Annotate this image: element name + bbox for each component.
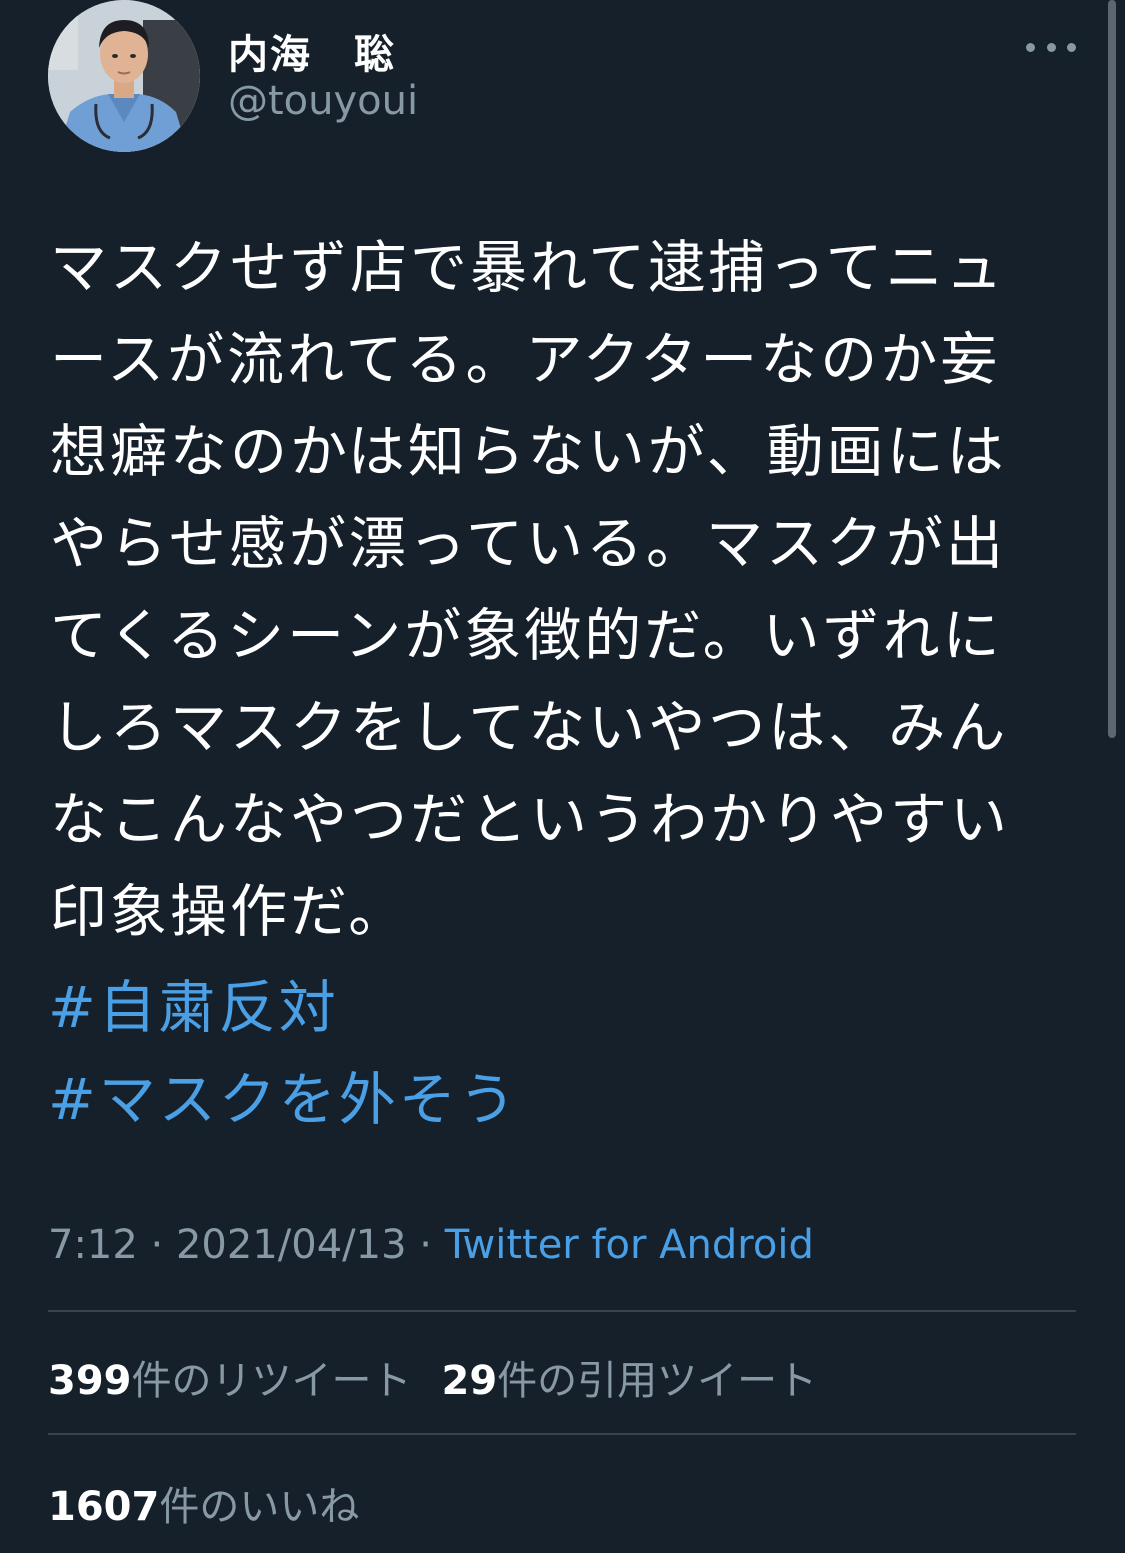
display-name[interactable]: 内海 聡 xyxy=(228,22,396,80)
tweet-text-line: 想癖なのかは知らないが、動画には xyxy=(50,419,1007,485)
more-dot xyxy=(1067,42,1076,52)
more-dot xyxy=(1046,42,1056,52)
user-handle[interactable]: @touyoui xyxy=(228,78,418,124)
retweets-count: 399 xyxy=(48,1358,132,1404)
divider xyxy=(48,1433,1076,1435)
more-dot xyxy=(1026,42,1035,52)
more-horizontal-icon[interactable] xyxy=(1026,30,1076,64)
likes-stat[interactable]: 1607件のいいね xyxy=(48,1474,359,1532)
tweet-meta: 7:12 · 2021/04/13 · Twitter for Android xyxy=(48,1222,814,1268)
tweet-source-link[interactable]: Twitter for Android xyxy=(445,1222,814,1268)
tweet-text-line: てくるシーンが象徴的だ。いずれに xyxy=(50,603,1003,669)
retweets-label: 件のリツイート xyxy=(131,1358,412,1404)
tweet-text-line: なこんなやつだというわかりやすい xyxy=(50,787,1010,853)
tweet-text-line: やらせ感が漂っている。マスクが出 xyxy=(50,511,1007,577)
tweet-text-line: ースが流れてる。アクターなのか妄 xyxy=(50,327,1001,393)
scrollbar[interactable] xyxy=(1108,0,1116,738)
tweet-text-line: マスクせず店で暴れて逮捕ってニュ xyxy=(50,235,1006,301)
meta-separator: · xyxy=(137,1222,176,1268)
tweet-text-line: しろマスクをしてないやつは、みん xyxy=(50,695,1009,761)
engagement-stats: 399件のリツイート 29件の引用ツイート xyxy=(48,1348,817,1406)
hashtag-list: #自粛反対 #マスクを外そう xyxy=(48,962,1048,1146)
hashtag-link[interactable]: #マスクを外そう xyxy=(48,1054,1048,1146)
quotes-label: 件の引用ツイート xyxy=(497,1358,818,1404)
likes-count: 1607 xyxy=(48,1484,160,1530)
tweet-text: マスクせず店で暴れて逮捕ってニュ ースが流れてる。アクターなのか妄 想癖なのかは… xyxy=(50,222,1050,958)
hashtag-link[interactable]: #自粛反対 xyxy=(48,962,1048,1054)
divider xyxy=(48,1310,1076,1312)
tweet-time[interactable]: 7:12 xyxy=(48,1222,138,1268)
tweet-detail: 内海 聡 @touyoui マスクせず店で暴れて逮捕ってニュ ースが流れてる。ア… xyxy=(0,0,1125,1553)
likes-label: 件のいいね xyxy=(159,1484,360,1530)
meta-separator: · xyxy=(406,1222,445,1268)
retweets-stat[interactable]: 399件のリツイート xyxy=(48,1358,412,1404)
avatar[interactable] xyxy=(48,0,200,152)
quotes-count: 29 xyxy=(441,1358,498,1404)
tweet-text-line: 印象操作だ。 xyxy=(50,879,409,945)
tweet-date[interactable]: 2021/04/13 xyxy=(176,1222,407,1268)
quotes-stat[interactable]: 29件の引用ツイート xyxy=(442,1358,818,1404)
